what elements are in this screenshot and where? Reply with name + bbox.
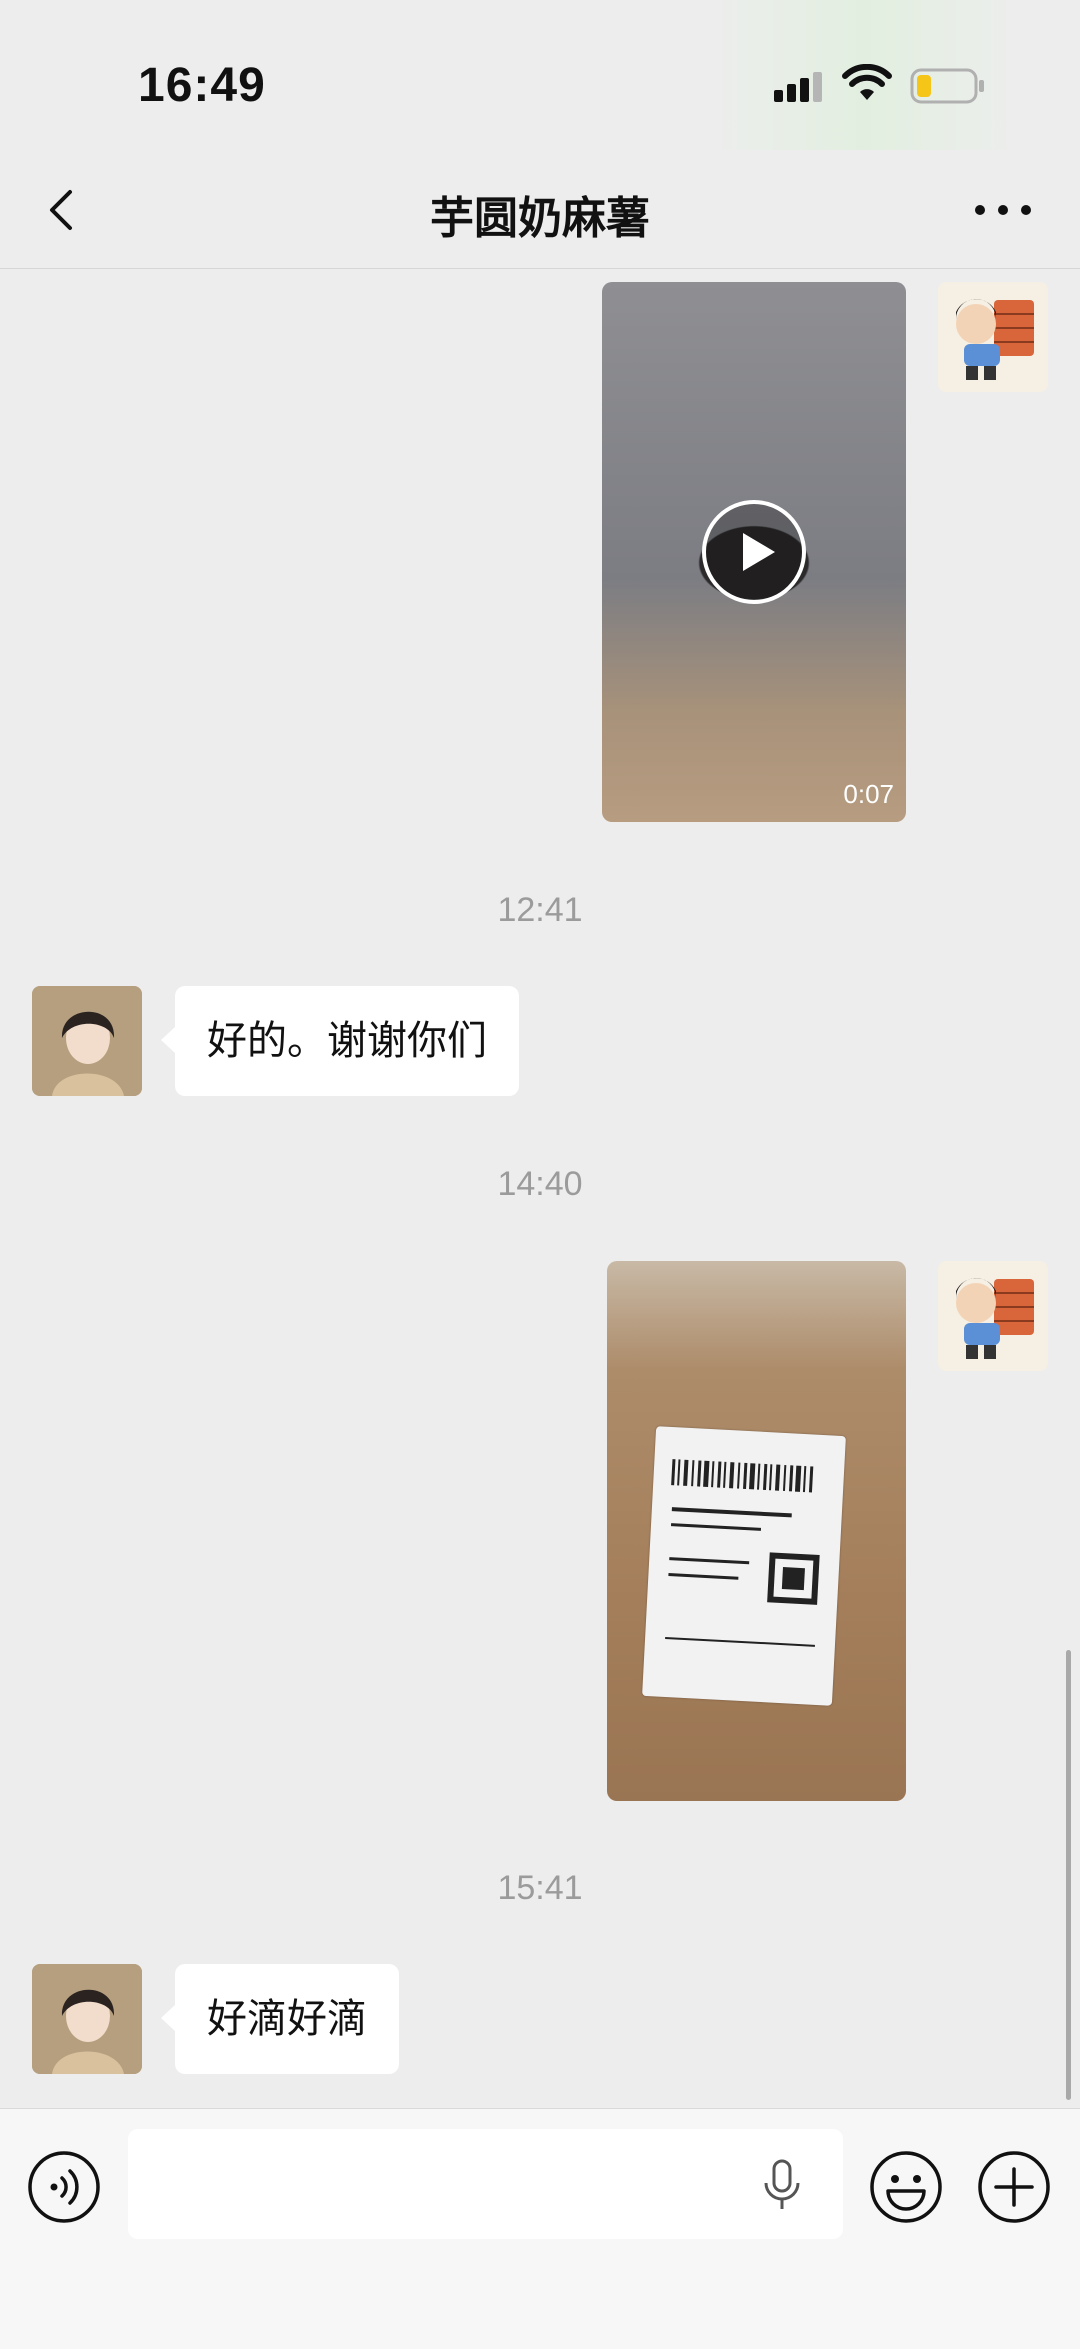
chat-header: 芋圆奶麻薯 xyxy=(0,150,1080,269)
text-message-bubble[interactable]: 好滴好滴 xyxy=(161,1964,399,2074)
text-message-bubble[interactable]: 好的。谢谢你们 xyxy=(161,986,519,1096)
smiley-icon[interactable] xyxy=(868,2149,944,2225)
parcel-label-photo xyxy=(642,1426,846,1706)
play-icon[interactable] xyxy=(701,499,807,605)
barcode-icon xyxy=(665,1459,820,1647)
voice-icon[interactable] xyxy=(26,2149,102,2225)
message-timestamp: 15:41 xyxy=(497,1869,583,1907)
message-timestamp: 12:41 xyxy=(497,891,583,929)
avatar-self[interactable] xyxy=(938,282,1048,392)
wifi-icon xyxy=(842,64,892,100)
message-input[interactable] xyxy=(128,2129,843,2239)
chat-title: 芋圆奶麻薯 xyxy=(430,193,650,244)
status-bar: 16:49 xyxy=(0,0,1080,150)
message-list[interactable]: 0:07 12:41 好的。谢谢你们 14:40 15:41 好滴好滴 xyxy=(0,269,1080,2107)
plus-circle-icon[interactable] xyxy=(976,2149,1052,2225)
message-timestamp: 14:40 xyxy=(497,1165,583,1203)
scrollbar[interactable] xyxy=(1066,1650,1071,2100)
microphone-icon[interactable] xyxy=(762,2159,802,2211)
avatar-other[interactable] xyxy=(32,1964,142,2074)
contact-photo-icon xyxy=(32,986,142,1096)
more-options-button[interactable] xyxy=(968,190,1038,230)
video-message[interactable]: 0:07 xyxy=(602,282,906,822)
video-duration: 0:07 xyxy=(843,779,894,809)
chat-input-bar xyxy=(0,2108,1080,2349)
avatar-self[interactable] xyxy=(938,1261,1048,1371)
cartoon-avatar-icon xyxy=(955,1277,1034,1359)
cartoon-avatar-icon xyxy=(955,298,1034,380)
cellular-signal-icon xyxy=(774,72,822,102)
contact-photo-icon xyxy=(32,1964,142,2074)
battery-icon xyxy=(910,68,984,104)
image-message[interactable] xyxy=(607,1261,906,1801)
avatar-other[interactable] xyxy=(32,986,142,1096)
status-time: 16:49 xyxy=(138,59,266,112)
